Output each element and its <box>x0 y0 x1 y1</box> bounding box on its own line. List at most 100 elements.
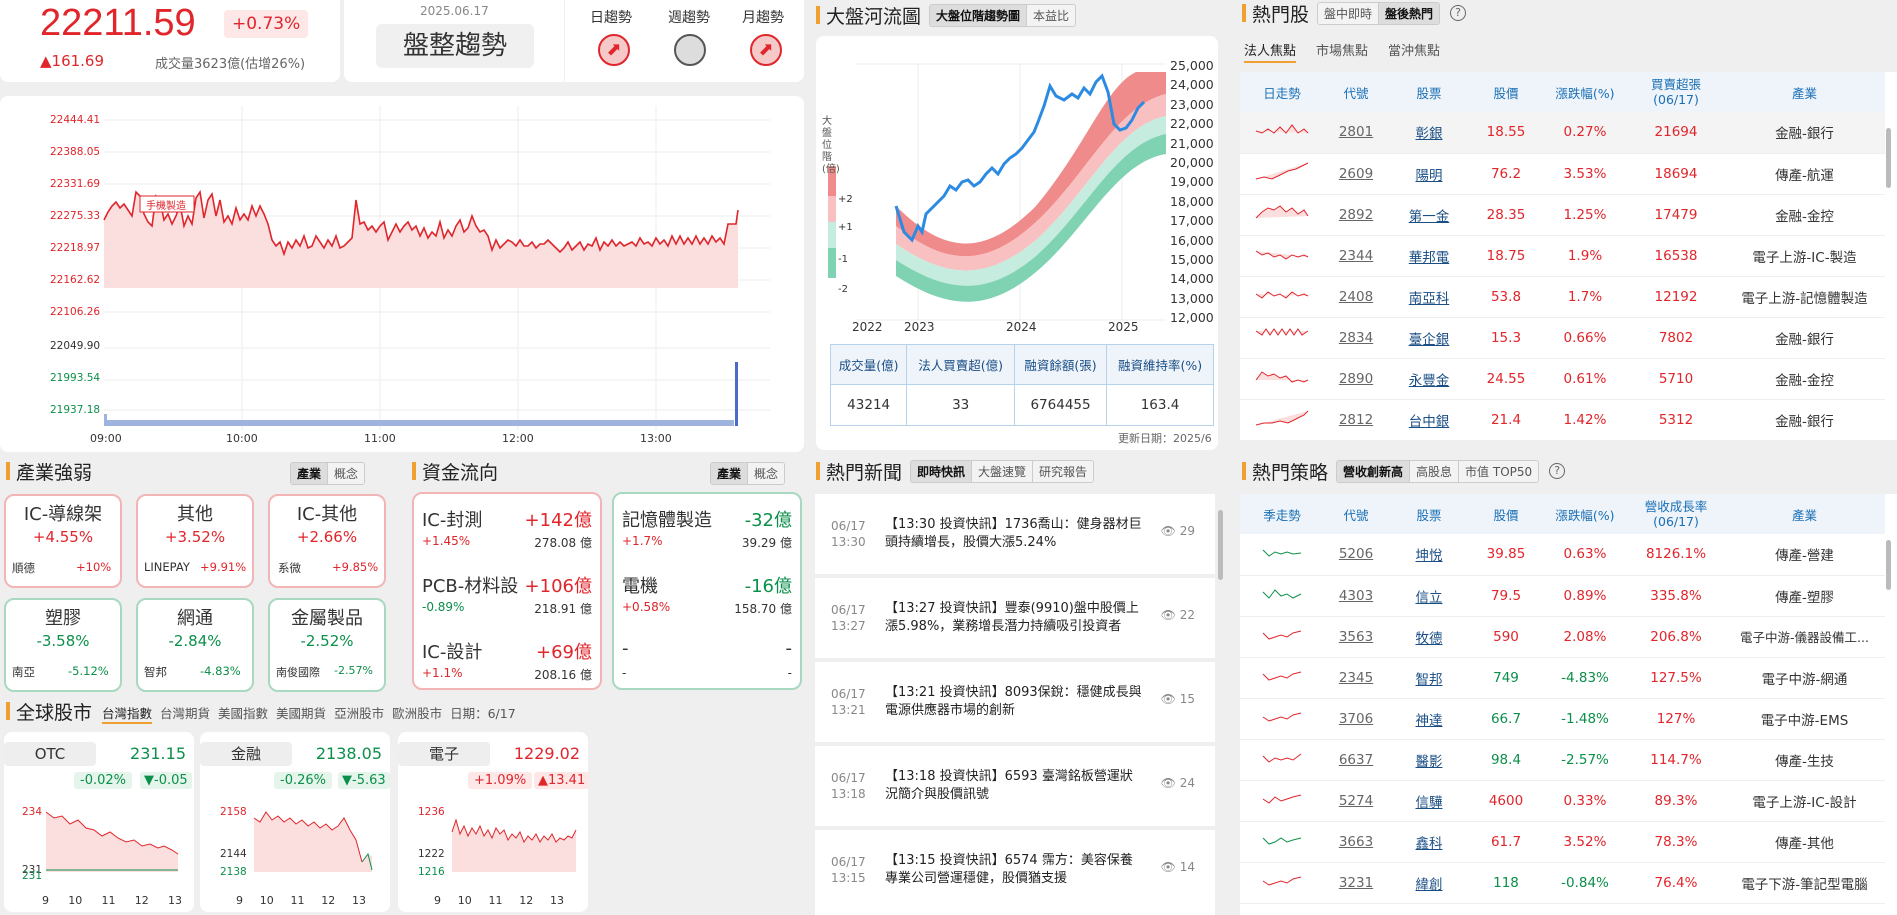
tab-industry[interactable]: 產業 <box>291 463 328 484</box>
table-row[interactable]: 3231 緯創 118 -0.84% 76.4% 電子下游-筆記型電腦 <box>1240 862 1885 904</box>
stock-code[interactable]: 3663 <box>1324 821 1388 863</box>
stock-name[interactable]: 彰銀 <box>1388 112 1470 154</box>
tab-research[interactable]: 研究報告 <box>1032 460 1094 482</box>
tab-us-index[interactable]: 美國指數 <box>218 703 268 724</box>
stock-name[interactable]: 永豐金 <box>1388 358 1470 400</box>
news-item[interactable]: 06/17 13:21 【13:21 投資快訊】8093保銳：穩健成長與電源供應器市… <box>815 662 1215 742</box>
news-headline[interactable]: 【13:27 投資快訊】豐泰(9910)盤中股價上漲5.98%，業務增長潛力持續… <box>885 600 1145 636</box>
stock-code[interactable]: 2834 <box>1324 317 1388 359</box>
subtab-institutional[interactable]: 法人焦點 <box>1244 40 1297 63</box>
tab-high-dividend[interactable]: 高股息 <box>1409 460 1459 482</box>
news-headline[interactable]: 【13:21 投資快訊】8093保銳：穩健成長與電源供應器市場的創新 <box>885 684 1145 720</box>
news-headline[interactable]: 【13:30 投資快訊】1736喬山：健身器材巨頭持續增長，股價大漲5.24% <box>885 516 1145 552</box>
table-row[interactable]: 2801 彰銀 18.55 0.27% 21694 金融-銀行 <box>1240 112 1885 154</box>
tab-concept[interactable]: 概念 <box>327 463 365 484</box>
flow-name[interactable]: PCB-材料設 <box>422 572 518 598</box>
subtab-market[interactable]: 市場焦點 <box>1316 40 1368 63</box>
stock-code[interactable]: 3231 <box>1324 862 1388 904</box>
tab-position-trend[interactable]: 大盤位階趨勢圖 <box>930 4 1027 26</box>
stock-code[interactable]: 2609 <box>1324 153 1388 195</box>
flow-name[interactable]: 記憶體製造 <box>622 506 712 532</box>
tab-us-futures[interactable]: 美國期貨 <box>276 703 326 724</box>
tab-europe[interactable]: 歐洲股市 <box>392 703 442 724</box>
day-trend-up-icon[interactable]: ⬈ <box>598 34 630 66</box>
stock-code[interactable]: 3563 <box>1324 616 1388 658</box>
table-row[interactable]: 2890 永豐金 24.55 0.61% 5710 金融-金控 <box>1240 358 1885 400</box>
table-row[interactable]: 5206 坤悅 39.85 0.63% 8126.1% 傳產-營建 <box>1240 534 1885 576</box>
stock-name[interactable]: 台中銀 <box>1388 399 1470 441</box>
flow-name[interactable]: IC-設計 <box>422 638 482 664</box>
week-trend-flat-icon[interactable] <box>674 34 706 66</box>
tab-concept[interactable]: 概念 <box>747 463 785 484</box>
table-row[interactable]: 2609 陽明 76.2 3.53% 18694 傳產-航運 <box>1240 153 1885 195</box>
tab-intraday[interactable]: 盤中即時 <box>1318 2 1379 24</box>
table-row[interactable]: 3563 牧德 590 2.08% 206.8% 電子中游-儀器設備工... <box>1240 616 1885 658</box>
stock-name[interactable]: 信立 <box>1388 575 1470 617</box>
stock-name[interactable]: 坤悅 <box>1388 534 1470 576</box>
news-headline[interactable]: 【13:18 投資快訊】6593 臺灣銘板營運狀況簡介與股價訊號 <box>885 768 1145 804</box>
stock-name[interactable]: 南亞科 <box>1388 276 1470 318</box>
stock-code[interactable]: 2345 <box>1324 657 1388 699</box>
col-header[interactable]: 買賣超張 (06/17) <box>1628 72 1724 112</box>
tab-after-hours[interactable]: 盤後熱門 <box>1378 2 1440 24</box>
stock-name[interactable]: 鑫科 <box>1388 821 1470 863</box>
tab-pe[interactable]: 本益比 <box>1026 4 1076 26</box>
table-row[interactable]: 2892 第一金 28.35 1.25% 17479 金融-金控 <box>1240 194 1885 236</box>
tab-flash[interactable]: 即時快訊 <box>911 460 972 482</box>
table-row[interactable]: 2344 華邦電 18.75 1.9% 16538 電子上游-IC-製造 <box>1240 235 1885 277</box>
table-row[interactable]: 5274 信驊 4600 0.33% 89.3% 電子上游-IC-設計 <box>1240 780 1885 822</box>
stock-code[interactable]: 6637 <box>1324 739 1388 781</box>
table-row[interactable]: 6637 醫影 98.4 -2.57% 114.7% 傳產-生技 <box>1240 739 1885 781</box>
stock-name[interactable]: 智邦 <box>1388 657 1470 699</box>
col-header[interactable]: 營收成長率 (06/17) <box>1628 494 1724 534</box>
news-time: 13:18 <box>831 787 866 801</box>
tab-top50[interactable]: 市值 TOP50 <box>1458 460 1539 482</box>
table-row[interactable]: 3663 鑫科 61.7 3.52% 78.3% 傳產-其他 <box>1240 821 1885 863</box>
stock-name[interactable]: 華邦電 <box>1388 235 1470 277</box>
news-scrollbar[interactable] <box>1218 510 1223 580</box>
tab-tw-futures[interactable]: 台灣期貨 <box>160 703 210 724</box>
stock-code[interactable]: 2344 <box>1324 235 1388 277</box>
stock-code[interactable]: 2812 <box>1324 399 1388 441</box>
stock-code[interactable]: 5274 <box>1324 780 1388 822</box>
strategy-scrollbar[interactable] <box>1886 540 1891 590</box>
stock-code[interactable]: 2892 <box>1324 194 1388 236</box>
table-row[interactable]: 4303 信立 79.5 0.89% 335.8% 傳產-塑膠 <box>1240 575 1885 617</box>
tab-industry[interactable]: 產業 <box>711 463 748 484</box>
flow-name[interactable]: IC-封測 <box>422 506 482 532</box>
stock-code[interactable]: 3706 <box>1324 698 1388 740</box>
stock-name[interactable]: 臺企銀 <box>1388 317 1470 359</box>
tab-asia[interactable]: 亞洲股市 <box>334 703 384 724</box>
help-icon[interactable]: ? <box>1549 463 1566 479</box>
tab-tw-index[interactable]: 台灣指數 <box>102 703 153 724</box>
tab-revenue-high[interactable]: 營收創新高 <box>1337 460 1410 482</box>
stock-name[interactable]: 信驊 <box>1388 780 1470 822</box>
table-row[interactable]: 3706 神達 66.7 -1.48% 127% 電子中游-EMS <box>1240 698 1885 740</box>
news-item[interactable]: 06/17 13:15 【13:15 投資快訊】6574 霈方：美容保養專業公司營運… <box>815 830 1215 915</box>
stock-code[interactable]: 2890 <box>1324 358 1388 400</box>
stock-name[interactable]: 陽明 <box>1388 153 1470 195</box>
news-item[interactable]: 06/17 13:27 【13:27 投資快訊】豐泰(9910)盤中股價上漲5.98… <box>815 578 1215 658</box>
flow-name[interactable]: 電機 <box>622 572 658 598</box>
news-item[interactable]: 06/17 13:30 【13:30 投資快訊】1736喬山：健身器材巨頭持續增長，… <box>815 494 1215 574</box>
stock-code[interactable]: 2801 <box>1324 112 1388 154</box>
news-item[interactable]: 06/17 13:18 【13:18 投資快訊】6593 臺灣銘板營運狀況簡介與股價… <box>815 746 1215 826</box>
stock-code[interactable]: 2408 <box>1324 276 1388 318</box>
table-row[interactable]: 2812 台中銀 21.4 1.42% 5312 金融-銀行 <box>1240 399 1885 441</box>
table-row[interactable]: 2345 智邦 749 -4.83% 127.5% 電子中游-網通 <box>1240 657 1885 699</box>
table-row[interactable]: 2408 南亞科 53.8 1.7% 12192 電子上游-記憶體製造 <box>1240 276 1885 318</box>
table-row[interactable]: 2834 臺企銀 15.3 0.66% 7802 金融-銀行 <box>1240 317 1885 359</box>
stock-code[interactable]: 5206 <box>1324 534 1388 576</box>
hot-scrollbar[interactable] <box>1886 128 1891 188</box>
stock-name[interactable]: 第一金 <box>1388 194 1470 236</box>
month-trend-up-icon[interactable]: ⬈ <box>750 34 782 66</box>
stock-code[interactable]: 4303 <box>1324 575 1388 617</box>
news-headline[interactable]: 【13:15 投資快訊】6574 霈方：美容保養專業公司營運穩健，股價猶支援 <box>885 852 1145 888</box>
stock-name[interactable]: 緯創 <box>1388 862 1470 904</box>
stock-name[interactable]: 神達 <box>1388 698 1470 740</box>
subtab-daytrade[interactable]: 當沖焦點 <box>1388 40 1440 63</box>
help-icon[interactable]: ? <box>1450 5 1467 21</box>
tab-market-brief[interactable]: 大盤速覽 <box>971 460 1033 482</box>
stock-name[interactable]: 醫影 <box>1388 739 1470 781</box>
stock-name[interactable]: 牧德 <box>1388 616 1470 658</box>
